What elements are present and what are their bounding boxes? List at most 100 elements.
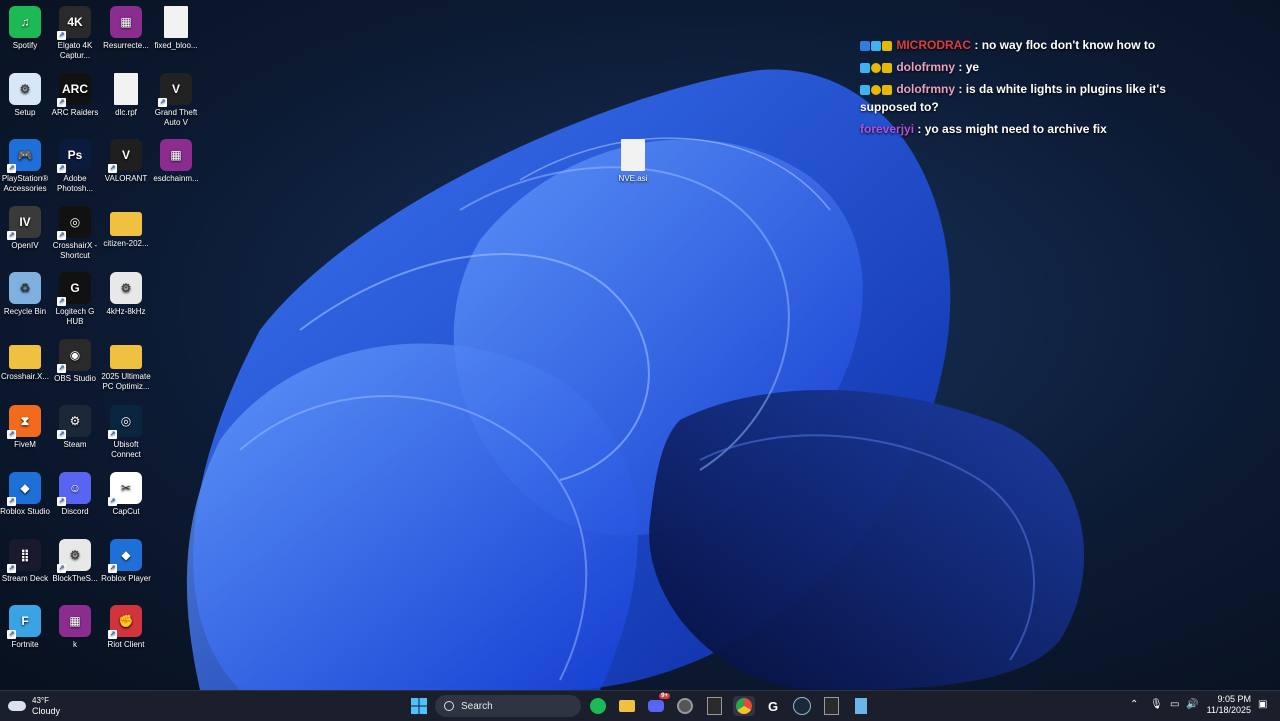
clock[interactable]: 9:05 PM 11/18/2025: [1206, 694, 1251, 716]
desktop-icon[interactable]: dlc.rpf: [101, 73, 151, 118]
desktop-icon[interactable]: ⚙BlockTheS...: [50, 539, 100, 584]
taskbar-file-explorer-icon[interactable]: [616, 696, 638, 716]
taskbar-notepad-icon[interactable]: [850, 696, 872, 716]
search-placeholder: Search: [461, 700, 493, 712]
desktop-icon-label: dlc.rpf: [115, 108, 137, 117]
volume-icon[interactable]: 🔊: [1186, 699, 1198, 710]
weather-description: Cloudy: [32, 706, 61, 716]
desktop-icon-label: Discord: [61, 507, 89, 516]
desktop-icon[interactable]: PsAdobe Photosh...: [50, 139, 100, 194]
desktop-icon[interactable]: ◎Ubisoft Connect: [101, 405, 151, 460]
taskbar-search-box[interactable]: Search: [435, 695, 581, 717]
desktop-icon-label: Stream Deck: [1, 574, 49, 583]
fixed-bloo-icon: [164, 6, 188, 38]
desktop-icon[interactable]: ⧗FiveM: [0, 405, 50, 450]
desktop-icon[interactable]: IVOpenIV: [0, 206, 50, 251]
taskbar-discord-icon[interactable]: 9+: [645, 693, 670, 716]
desktop-icon[interactable]: citizen-202...: [101, 206, 151, 249]
chat-text: no way floc don't know how to: [981, 38, 1156, 52]
capcut-icon: ✂: [108, 472, 142, 506]
desktop-icon[interactable]: ✊Riot Client: [101, 605, 151, 650]
desktop-icon-label: Crosshair.X...: [0, 372, 49, 381]
search-icon: [444, 701, 454, 711]
desktop-icon[interactable]: ◆Roblox Studio: [0, 472, 50, 517]
adobe-photosh-icon: Ps: [57, 139, 91, 173]
desktop-icon[interactable]: 2025 Ultimate PC Optimiz...: [101, 339, 151, 392]
taskbar-steam-icon[interactable]: [791, 696, 813, 716]
chat-username: foreverjyi: [860, 122, 915, 136]
blockthes-icon: ⚙: [57, 539, 91, 573]
grand-theft-auto-v-icon: V: [158, 73, 192, 107]
taskbar-chrome-icon[interactable]: [733, 696, 755, 716]
desktop-icon-label: fixed_bloo...: [154, 41, 198, 50]
taskbar-obs-icon[interactable]: [674, 696, 696, 716]
desktop-icon[interactable]: ♻ Recycle Bin: [0, 272, 50, 317]
desktop-icon-label: 2025 Ultimate PC Optimiz...: [101, 372, 151, 391]
chat-message: dolofrmny : is da white lights in plugin…: [860, 82, 1166, 114]
weather-widget[interactable]: 43°F Cloudy: [8, 694, 60, 718]
valorant-icon: V: [108, 139, 142, 173]
desktop-icon[interactable]: FFortnite: [0, 605, 50, 650]
chat-badge-icon: [882, 62, 892, 73]
desktop-icon-label: OBS Studio: [54, 374, 96, 383]
desktop-icon[interactable]: ⣿Stream Deck: [0, 539, 50, 584]
taskbar-epic-games-2-icon[interactable]: [820, 696, 842, 716]
chat-badge-icon: [860, 62, 870, 73]
desktop-icon[interactable]: ▦ esdchainm...: [151, 139, 201, 184]
desktop-icon[interactable]: ◉OBS Studio: [50, 339, 100, 384]
taskbar-spotify-icon[interactable]: [587, 696, 609, 716]
chevron-up-icon[interactable]: ⌃: [1130, 699, 1138, 710]
roblox-studio-icon: ◆: [7, 472, 41, 506]
openiv-icon: IV: [7, 206, 41, 240]
desktop-icon[interactable]: ▦ k: [50, 605, 100, 650]
taskbar-logitech-icon[interactable]: G: [762, 696, 784, 716]
fivem-icon: ⧗: [7, 405, 41, 439]
notification-bell-icon[interactable]: ▣: [1258, 699, 1267, 710]
desktop-icon[interactable]: ☺Discord: [50, 472, 100, 517]
desktop-icon[interactable]: Crosshair.X...: [0, 339, 50, 382]
crosshairx-shortcut-icon: ◎: [57, 206, 91, 240]
taskbar-epic-games-icon[interactable]: [703, 696, 725, 716]
roblox-player-icon: ◆: [108, 539, 142, 573]
desktop-icon[interactable]: ◆Roblox Player: [101, 539, 151, 584]
desktop-icon-label: Fortnite: [11, 640, 39, 649]
chat-badge-icon: [882, 40, 892, 51]
desktop-icon-label: k: [73, 640, 77, 649]
2025-ultimate-pc-optimiz-icon: [110, 345, 142, 369]
desktop-icon[interactable]: ARCARC Raiders: [50, 73, 100, 118]
stream-deck-icon: ⣿: [7, 539, 41, 573]
arc-raiders-icon: ARC: [57, 73, 91, 107]
desktop-icon[interactable]: ♫ Spotify: [0, 6, 50, 51]
desktop-icon[interactable]: ⚙Steam: [50, 405, 100, 450]
desktop-icon[interactable]: VGrand Theft Auto V: [151, 73, 201, 128]
recycle-bin-icon: ♻: [9, 272, 41, 304]
desktop-icon-label: 4kHz-8kHz: [106, 307, 146, 316]
elgato-4k-captur-icon: 4K: [57, 6, 91, 40]
nve-asi-icon: [621, 139, 645, 171]
desktop-icon-label: Resurrecte...: [103, 41, 149, 50]
desktop-icon[interactable]: 🎮PlayStation® Accessories: [0, 139, 50, 194]
desktop-icon-label: Adobe Photosh...: [56, 174, 94, 193]
desktop-icon[interactable]: NVE.asi: [608, 139, 658, 184]
desktop-icon[interactable]: ◎CrosshairX - Shortcut: [50, 206, 100, 261]
desktop-icon-label: citizen-202...: [103, 239, 149, 248]
chat-text: yo ass might need to archive fix: [924, 122, 1107, 136]
chat-text: ye: [965, 60, 980, 74]
microphone-icon[interactable]: 🎙: [1150, 699, 1163, 710]
start-button[interactable]: [408, 696, 430, 716]
chat-badge-icon: [860, 40, 870, 51]
desktop-icon[interactable]: 4KElgato 4K Captur...: [50, 6, 100, 61]
desktop-icon[interactable]: ✂CapCut: [101, 472, 151, 517]
chat-message: foreverjyi : yo ass might need to archiv…: [860, 122, 1107, 136]
desktop-icon[interactable]: GLogitech G HUB: [50, 272, 100, 327]
chat-username: dolofrmny: [896, 82, 956, 96]
discord-icon: ☺: [57, 472, 91, 506]
desktop-icon[interactable]: VVALORANT: [101, 139, 151, 184]
chat-message: dolofrmny : ye: [860, 56, 1180, 78]
network-icon[interactable]: ▭: [1170, 699, 1179, 710]
desktop-icon[interactable]: fixed_bloo...: [151, 6, 201, 51]
desktop-icon[interactable]: ⚙ Setup: [0, 73, 50, 118]
desktop-icon[interactable]: ⚙ 4kHz-8kHz: [101, 272, 151, 317]
desktop-icon[interactable]: ▦ Resurrecte...: [101, 6, 151, 51]
desktop-icon-label: CapCut: [112, 507, 140, 516]
